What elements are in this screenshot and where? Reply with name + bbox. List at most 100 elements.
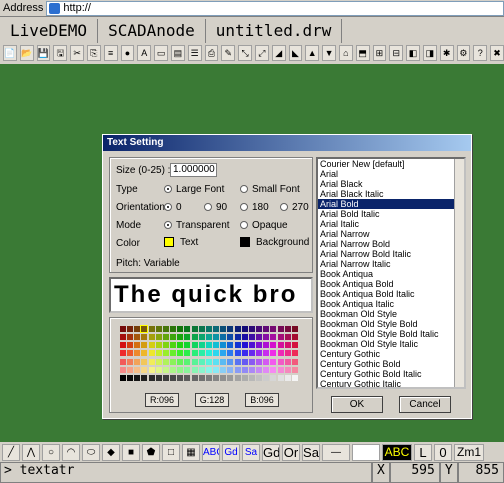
- palette-swatch[interactable]: [198, 326, 205, 332]
- palette-swatch[interactable]: [284, 350, 291, 357]
- palette-swatch[interactable]: [120, 374, 126, 381]
- palette-swatch[interactable]: [213, 326, 220, 332]
- palette-swatch[interactable]: [198, 358, 205, 365]
- palette-swatch[interactable]: [205, 334, 212, 341]
- palette-swatch[interactable]: [120, 350, 126, 357]
- palette-swatch[interactable]: [184, 374, 191, 381]
- palette-swatch[interactable]: [256, 350, 263, 357]
- palette-swatch[interactable]: [141, 342, 148, 349]
- palette-swatch[interactable]: [263, 358, 270, 365]
- font-list-item[interactable]: Arial Italic: [318, 219, 464, 229]
- font-list-item[interactable]: Century Gothic Bold: [318, 359, 464, 369]
- palette-swatch[interactable]: [148, 326, 155, 332]
- palette-swatch[interactable]: [198, 366, 205, 373]
- palette-swatch[interactable]: [191, 334, 198, 341]
- palette-swatch[interactable]: [141, 366, 148, 373]
- palette-swatch[interactable]: [241, 358, 248, 365]
- palette-swatch[interactable]: [256, 342, 263, 349]
- color-box[interactable]: [352, 443, 380, 461]
- zoom-button[interactable]: Zm1: [454, 443, 484, 461]
- palette-swatch[interactable]: [155, 326, 162, 332]
- palette-swatch[interactable]: [155, 342, 162, 349]
- toolbar-button-24-icon[interactable]: ◧: [406, 45, 420, 61]
- palette-swatch[interactable]: [127, 374, 134, 381]
- palette-swatch[interactable]: [213, 342, 220, 349]
- palette-swatch[interactable]: [120, 358, 126, 365]
- palette-swatch[interactable]: [213, 350, 220, 357]
- toolbar-button-17-icon[interactable]: ◣: [288, 45, 303, 61]
- palette-swatch[interactable]: [205, 326, 212, 332]
- palette-swatch[interactable]: [263, 350, 270, 357]
- palette-swatch[interactable]: [184, 326, 191, 332]
- palette-swatch[interactable]: [248, 334, 255, 341]
- toolbar-button-8-icon[interactable]: A: [137, 45, 152, 61]
- palette-swatch[interactable]: [277, 326, 284, 332]
- palette-swatch[interactable]: [227, 326, 234, 332]
- palette-swatch[interactable]: [162, 358, 169, 365]
- font-list-item[interactable]: Bookman Old Style Bold: [318, 319, 464, 329]
- palette-swatch[interactable]: [241, 342, 248, 349]
- palette-swatch[interactable]: [141, 358, 148, 365]
- orient-180-radio[interactable]: 180: [240, 202, 269, 213]
- palette-swatch[interactable]: [184, 350, 191, 357]
- palette-swatch[interactable]: [191, 326, 198, 332]
- palette-swatch[interactable]: [177, 358, 184, 365]
- toolbar-button-23-icon[interactable]: ⊟: [389, 45, 404, 61]
- palette-swatch[interactable]: [291, 326, 298, 332]
- palette-swatch[interactable]: [198, 350, 205, 357]
- command-line[interactable]: > textatr: [0, 462, 372, 483]
- palette-swatch[interactable]: [127, 342, 134, 349]
- palette-swatch[interactable]: [227, 366, 234, 373]
- toolbar-button-4-icon[interactable]: ✂: [70, 45, 84, 61]
- palette-swatch[interactable]: [170, 366, 177, 373]
- toolbar-button-26-icon[interactable]: ✱: [439, 45, 454, 61]
- palette-swatch[interactable]: [170, 358, 177, 365]
- palette-swatch[interactable]: [248, 350, 255, 357]
- palette-swatch[interactable]: [205, 350, 212, 357]
- palette-swatch[interactable]: [220, 350, 227, 357]
- mode-opaque-radio[interactable]: Opaque: [240, 220, 288, 231]
- palette-swatch[interactable]: [155, 358, 162, 365]
- palette-swatch[interactable]: [284, 366, 291, 373]
- palette-swatch[interactable]: [227, 358, 234, 365]
- toolbar-button-5-icon[interactable]: ⎘: [86, 45, 101, 61]
- rect-tool-icon[interactable]: ■: [122, 443, 140, 461]
- palette-swatch[interactable]: [120, 366, 126, 373]
- palette-swatch[interactable]: [227, 342, 234, 349]
- palette-swatch[interactable]: [191, 350, 198, 357]
- palette-swatch[interactable]: [270, 334, 277, 341]
- palette-swatch[interactable]: [205, 374, 212, 381]
- palette-swatch[interactable]: [213, 334, 220, 341]
- palette-swatch[interactable]: [141, 374, 148, 381]
- toolbar-button-14-icon[interactable]: ⤡: [238, 45, 252, 61]
- palette-swatch[interactable]: [120, 334, 126, 341]
- palette-swatch[interactable]: [155, 350, 162, 357]
- font-list-item[interactable]: Century Gothic: [318, 349, 464, 359]
- palette-swatch[interactable]: [256, 326, 263, 332]
- palette-swatch[interactable]: [184, 342, 191, 349]
- toolbar-button-2-icon[interactable]: 💾: [36, 45, 51, 61]
- font-list-item[interactable]: Arial Narrow Italic: [318, 259, 464, 269]
- orient-0-radio[interactable]: 0: [164, 202, 182, 213]
- palette-swatch[interactable]: [241, 326, 248, 332]
- palette-swatch[interactable]: [234, 326, 241, 332]
- toolbar-button-13-icon[interactable]: ✎: [221, 45, 236, 61]
- palette-swatch[interactable]: [148, 350, 155, 357]
- palette-swatch[interactable]: [291, 358, 298, 365]
- or-button[interactable]: Or: [282, 443, 300, 461]
- palette-swatch[interactable]: [177, 350, 184, 357]
- font-list-item[interactable]: Bookman Old Style Bold Italic: [318, 329, 464, 339]
- font-list-item[interactable]: Arial Narrow Bold: [318, 239, 464, 249]
- palette-swatch[interactable]: [177, 334, 184, 341]
- palette-swatch[interactable]: [241, 374, 248, 381]
- toolbar-button-1-icon[interactable]: 📂: [19, 45, 34, 61]
- toolbar-button-20-icon[interactable]: ⌂: [338, 45, 353, 61]
- font-list-item[interactable]: Arial Black: [318, 179, 464, 189]
- palette-swatch[interactable]: [256, 374, 263, 381]
- palette-swatch[interactable]: [220, 358, 227, 365]
- palette-swatch[interactable]: [213, 366, 220, 373]
- palette-swatch[interactable]: [284, 374, 291, 381]
- palette-swatch[interactable]: [162, 334, 169, 341]
- font-list-item[interactable]: Century Gothic Italic: [318, 379, 464, 387]
- palette-swatch[interactable]: [234, 366, 241, 373]
